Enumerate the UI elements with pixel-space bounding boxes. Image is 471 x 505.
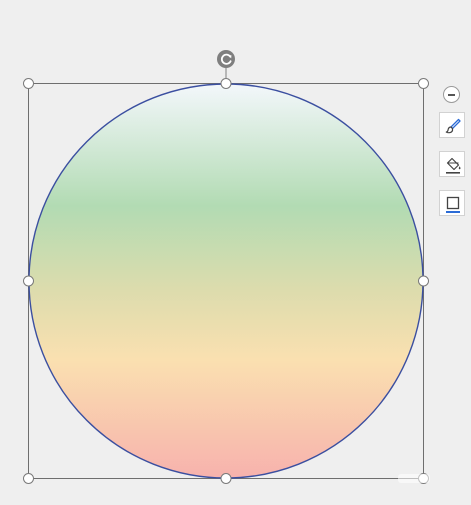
collapse-toolbar-button[interactable]: [443, 86, 460, 103]
resize-handle-top[interactable]: [220, 78, 232, 89]
resize-handle-top-right[interactable]: [418, 78, 429, 89]
watermark-smudge: [398, 474, 430, 483]
gradient-circle-shape[interactable]: [28, 83, 424, 479]
resize-handle-left[interactable]: [23, 275, 34, 287]
rotate-handle[interactable]: [217, 50, 235, 68]
style-button[interactable]: [439, 112, 465, 138]
resize-handle-top-left[interactable]: [23, 78, 34, 89]
shape-stage: [23, 50, 430, 484]
resize-handle-right[interactable]: [418, 275, 429, 287]
brush-icon: [445, 118, 461, 134]
minus-circle-icon: [448, 94, 455, 96]
shape-outline-icon: [446, 196, 460, 213]
resize-handle-bottom-left[interactable]: [23, 473, 34, 484]
resize-handle-bottom[interactable]: [220, 473, 232, 484]
paint-bucket-icon: [446, 157, 461, 174]
fill-button[interactable]: [439, 151, 465, 177]
outline-button[interactable]: [439, 190, 465, 216]
